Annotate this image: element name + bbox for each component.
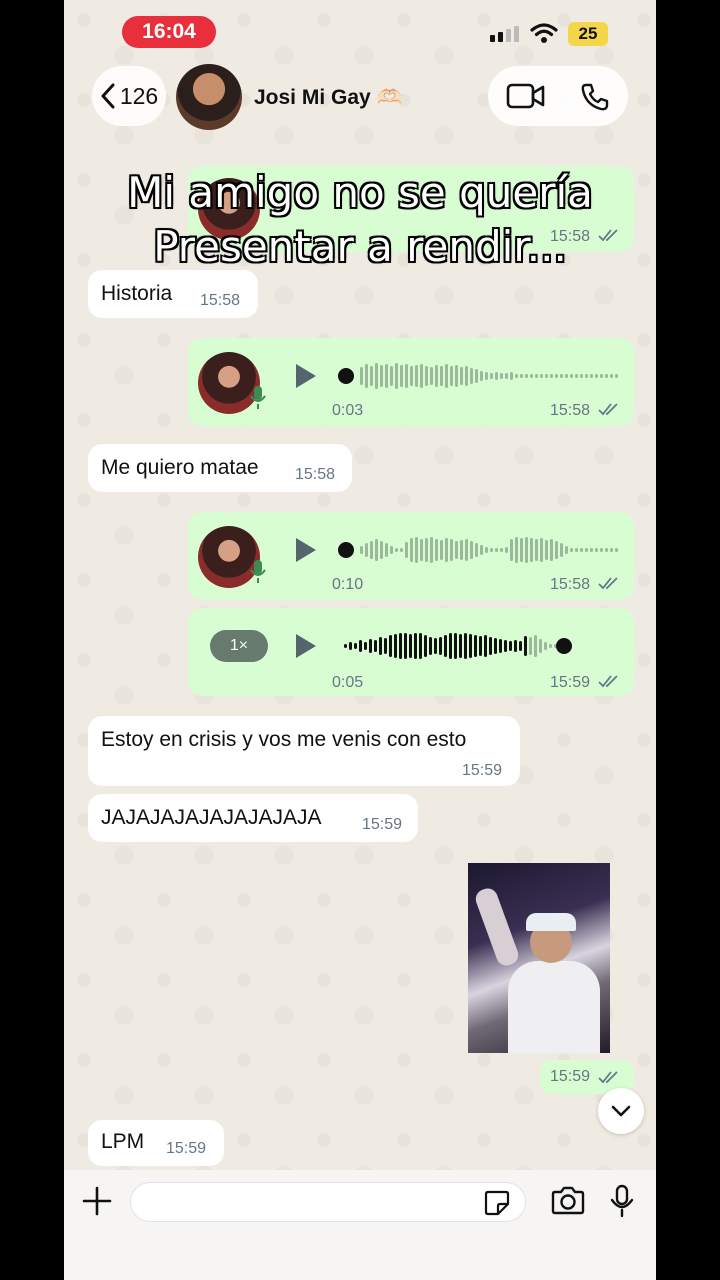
playback-speed-button[interactable]: 1× [210, 630, 268, 662]
message-text: Me quiero matae [101, 456, 259, 479]
message-input[interactable] [130, 1182, 526, 1222]
message-time: 15:59 [166, 1140, 207, 1157]
message-time: 15:58 [550, 402, 591, 419]
play-button[interactable] [296, 538, 316, 562]
call-actions [488, 66, 628, 126]
wifi-icon [530, 23, 558, 43]
message-text: Estoy en crisis y vos me venis con esto [101, 728, 467, 751]
back-button[interactable]: 126 [92, 66, 166, 126]
play-button[interactable] [296, 634, 316, 658]
composer-bar [64, 1170, 656, 1280]
chat-header: 126 Josi Mi Gay 🫶🏻 [64, 62, 656, 132]
voice-message-out[interactable]: 1× 0:05 15:59 [188, 608, 634, 696]
text-message-in[interactable]: Me quiero matae 15:58 [88, 444, 352, 492]
battery-indicator: 25 [568, 22, 608, 46]
voice-waveform[interactable] [360, 535, 618, 565]
playback-position[interactable] [556, 638, 572, 654]
chat-screen: 16:04 25 126 Josi Mi Gay 🫶🏻 15:58 Mi ami… [64, 0, 656, 1280]
signal-icon [490, 26, 519, 42]
voice-waveform[interactable] [360, 361, 618, 391]
video-caption-line-1: Mi amigo no se quería [126, 167, 594, 218]
message-time: 15:58 [200, 292, 241, 309]
play-button[interactable] [296, 364, 316, 388]
message-time: 15:59 [550, 674, 591, 691]
chevron-left-icon [101, 83, 115, 109]
video-call-icon[interactable] [506, 82, 546, 110]
message-text: LPM [101, 1130, 145, 1153]
message-text: Historia [101, 282, 173, 305]
message-text: JAJAJAJAJAJAJAJAJA [101, 806, 322, 829]
mic-icon[interactable] [610, 1184, 634, 1218]
voice-duration: 0:05 [332, 674, 364, 691]
message-time: 15:59 [462, 762, 503, 779]
status-time: 16:04 [122, 16, 216, 48]
read-receipt-icon [598, 403, 618, 416]
contact-avatar[interactable] [176, 64, 242, 130]
voice-message-out[interactable]: 0:03 15:58 [188, 338, 634, 426]
text-message-in[interactable]: Historia 15:58 [88, 270, 258, 318]
voice-message-out[interactable]: 0:10 15:58 [188, 512, 634, 600]
phone-icon[interactable] [580, 82, 610, 112]
status-bar: 16:04 25 [64, 0, 656, 60]
text-message-in[interactable]: Estoy en crisis y vos me venis con esto … [88, 716, 520, 786]
sticker-icon[interactable] [484, 1190, 510, 1216]
message-time: 15:59 [362, 816, 403, 833]
unread-count: 126 [119, 82, 159, 109]
playback-position[interactable] [338, 542, 354, 558]
voice-waveform[interactable] [344, 631, 567, 661]
plus-icon[interactable] [82, 1186, 112, 1216]
message-time: 15:59 [550, 1068, 591, 1085]
chevron-down-icon [611, 1105, 631, 1117]
camera-icon[interactable] [550, 1186, 586, 1216]
voice-duration: 0:03 [332, 402, 364, 419]
scroll-to-bottom-button[interactable] [598, 1088, 644, 1134]
message-time: 15:58 [295, 466, 336, 483]
playback-position[interactable] [338, 368, 354, 384]
text-message-in[interactable]: JAJAJAJAJAJAJAJAJA 15:59 [88, 794, 418, 842]
read-receipt-icon [598, 675, 618, 688]
voice-duration: 0:10 [332, 576, 364, 593]
read-receipt-icon [598, 577, 618, 590]
message-time: 15:58 [550, 576, 591, 593]
text-message-in[interactable]: LPM 15:59 [88, 1120, 224, 1166]
mic-icon [250, 386, 266, 409]
image-message[interactable] [468, 863, 610, 1053]
contact-name[interactable]: Josi Mi Gay 🫶🏻 [254, 86, 403, 110]
read-receipt-icon [598, 1071, 618, 1084]
video-caption-line-2: Presentar a rendir... [152, 221, 568, 272]
mic-icon [250, 560, 266, 583]
